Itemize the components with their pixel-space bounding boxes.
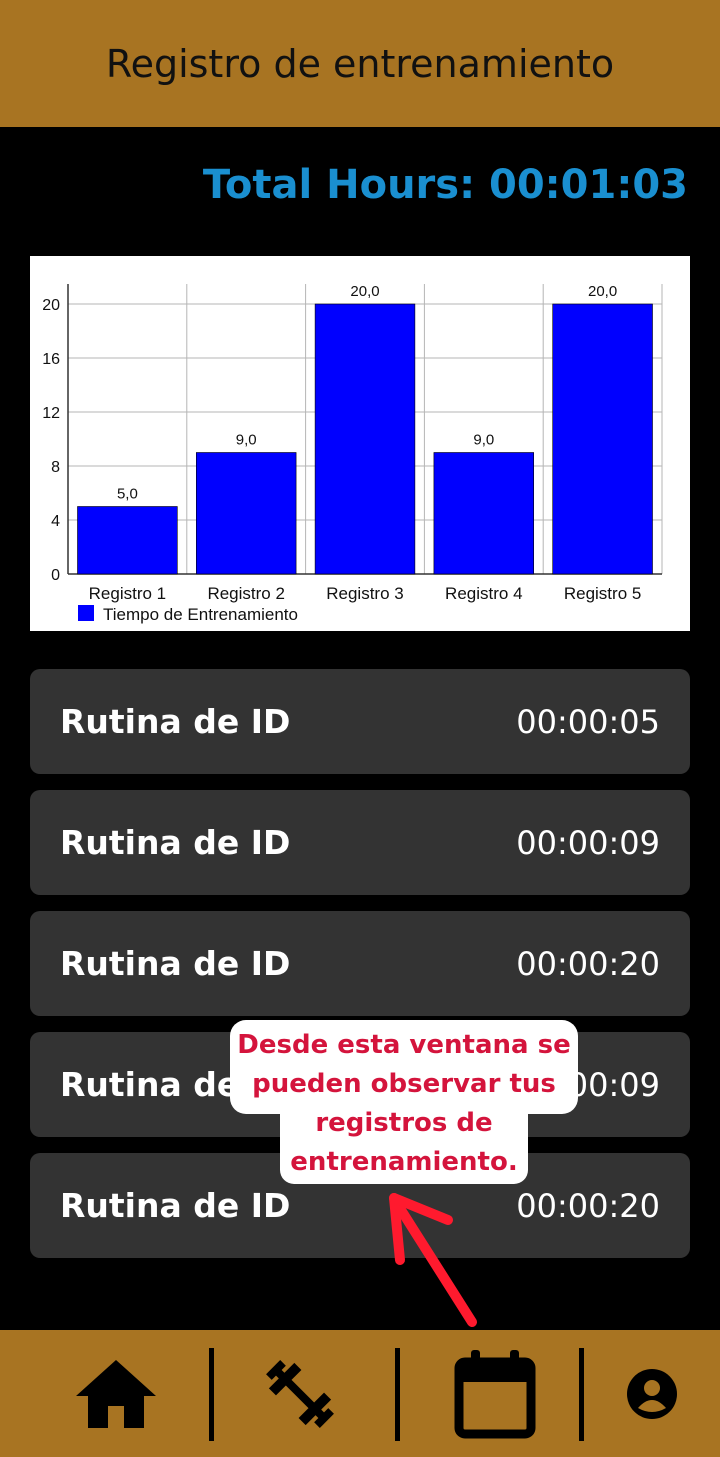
pointer-arrow-icon [389,1193,477,1327]
record-card[interactable]: Rutina de ID 00:00:09 [30,790,690,895]
callout-line: pueden observar tus [252,1069,556,1099]
bar-value-label: 20,0 [588,283,617,300]
record-time: 00:00:20 [516,944,660,983]
tutorial-callout: Desde esta ventana se pueden observar tu… [230,1020,578,1184]
nav-divider [579,1348,584,1441]
x-tick-label: Registro 5 [564,584,641,603]
account-icon [627,1368,677,1419]
chart-bar [196,452,297,575]
x-tick-label: Registro 2 [207,584,284,603]
record-time: 00:00:20 [516,1186,660,1225]
nav-home-button[interactable] [60,1330,172,1457]
bar-value-label: 9,0 [473,432,494,449]
nav-workout-button[interactable] [240,1330,360,1457]
record-label: Rutina de ID [60,944,291,983]
callout-line: entrenamiento. [290,1147,518,1177]
y-tick-label: 12 [42,405,60,422]
bar-chart-svg: 0 4 8 12 16 20 5,0 Registro 1 9,0 Registro 2 20,0 R… [42,283,663,624]
x-tick-label: Registro 1 [89,584,166,603]
record-time: 00:00:05 [516,702,660,741]
legend-label: Tiempo de Entrenamiento [103,605,298,624]
record-label: Rutina de ID [60,702,291,741]
callout-text: Desde esta ventana se pueden observar tu… [230,1026,578,1182]
app-header: Registro de entrenamiento [0,0,720,127]
callout-line: Desde esta ventana se [237,1030,571,1060]
bar-value-label: 5,0 [117,486,138,503]
nav-divider [395,1348,400,1441]
bar-value-label: 9,0 [236,432,257,449]
y-tick-label: 20 [42,297,60,314]
calendar-icon [454,1349,536,1438]
x-tick-label: Registro 3 [326,584,403,603]
legend-swatch [78,605,94,621]
nav-calendar-button[interactable] [440,1330,550,1457]
callout-line: registros de [315,1108,493,1138]
chart-bar [552,303,653,575]
bottom-nav [0,1330,720,1457]
record-label: Rutina de ID [60,1186,291,1225]
record-label: Rutina de ID [60,823,291,862]
nav-profile-button[interactable] [610,1330,694,1457]
chart-bar [77,506,178,575]
x-tick-label: Registro 4 [445,584,522,603]
dumbbell-icon [266,1359,334,1428]
page-title: Registro de entrenamiento [105,41,615,86]
nav-divider [209,1348,214,1441]
home-icon [76,1359,156,1428]
record-time: 00:00:09 [516,823,660,862]
y-tick-label: 4 [51,513,60,530]
chart-bar [314,303,416,575]
total-hours: Total Hours: 00:01:03 [202,162,688,208]
training-chart: 0 4 8 12 16 20 5,0 Registro 1 9,0 Registro 2 20,0 R… [30,256,690,631]
record-card[interactable]: Rutina de ID 00:00:20 [30,911,690,1016]
y-tick-label: 8 [51,459,60,476]
record-card[interactable]: Rutina de ID 00:00:05 [30,669,690,774]
chart-bar [433,452,534,575]
y-tick-label: 0 [51,567,60,584]
bar-value-label: 20,0 [350,283,379,300]
y-tick-label: 16 [42,351,60,368]
